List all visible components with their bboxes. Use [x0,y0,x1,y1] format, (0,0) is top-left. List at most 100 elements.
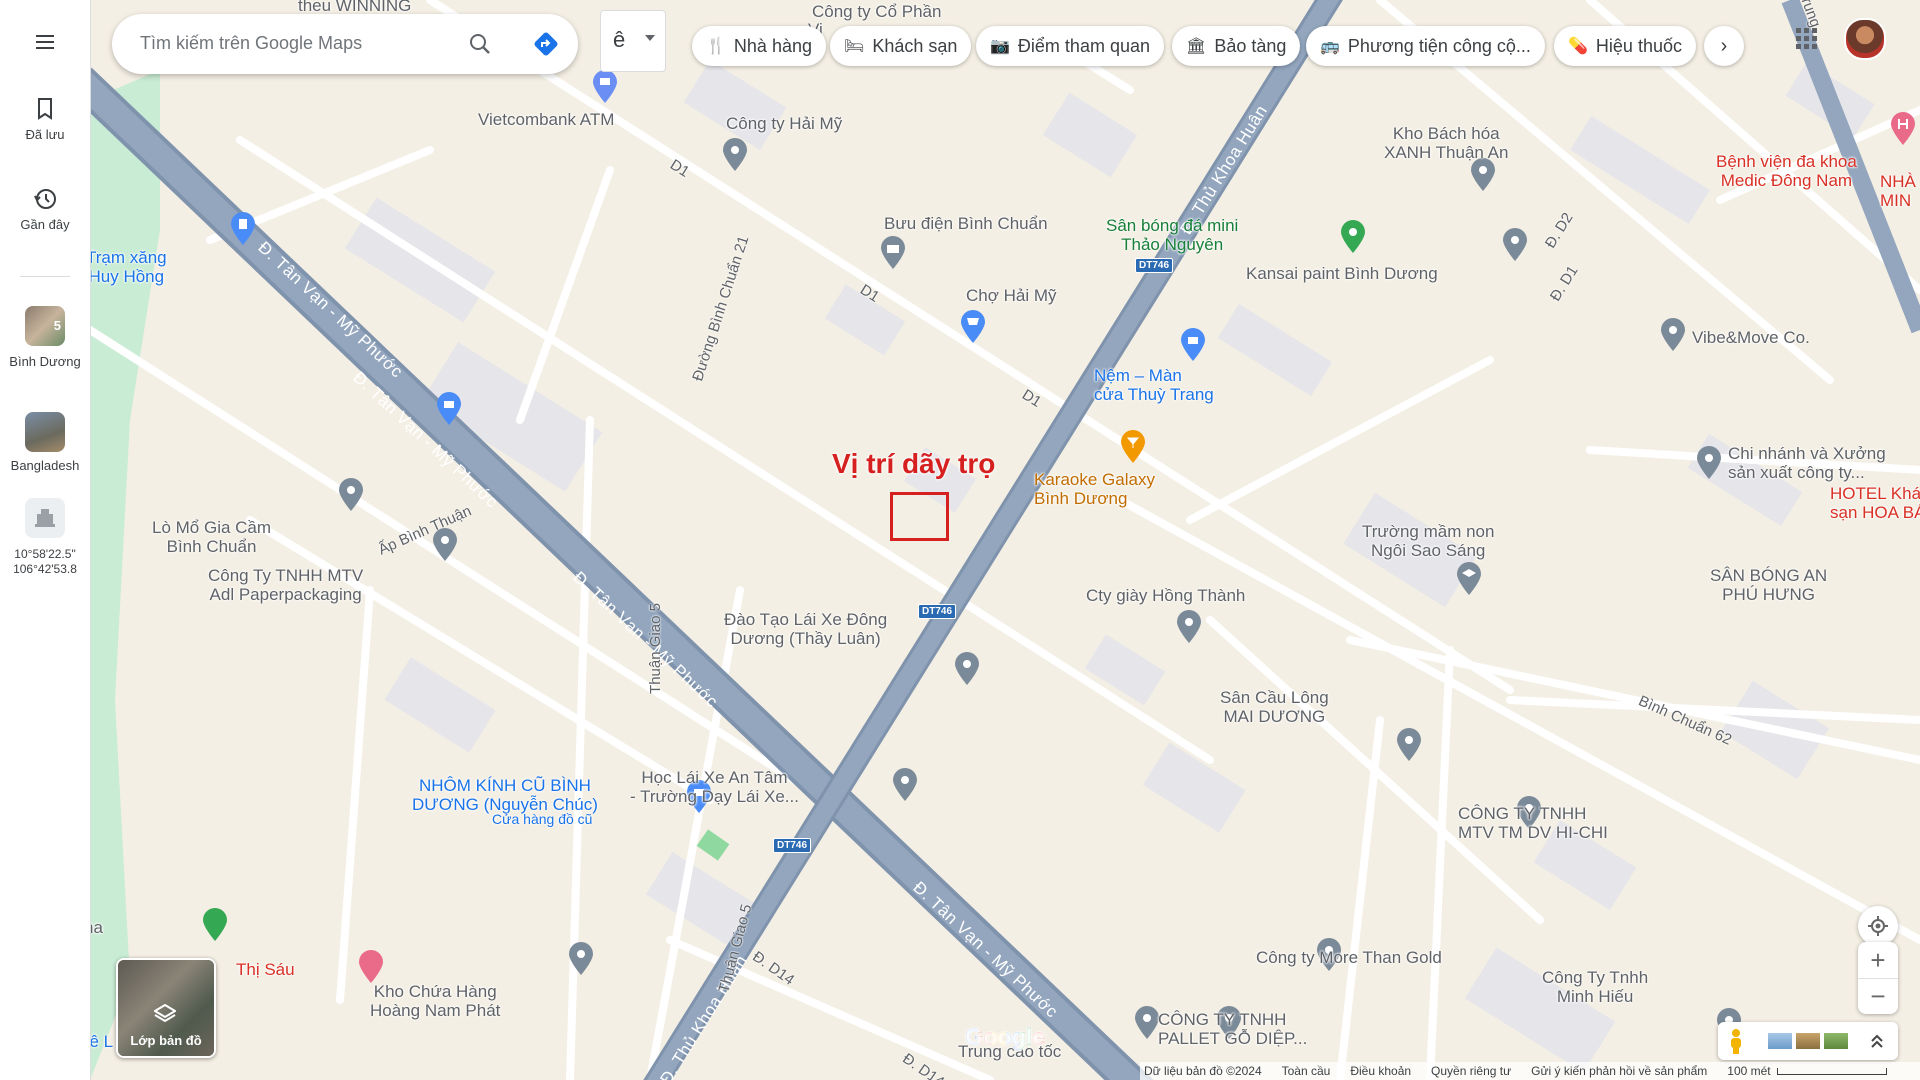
search-input[interactable] [138,32,462,55]
label-tram-xang-huy-hong[interactable]: Trạm xăng Huy Hồng [90,248,167,286]
label-nem-man-cua[interactable]: Nệm – Màn cửa Thuỳ Trang [1094,366,1214,404]
label-thi-sau[interactable]: Thị Sáu [236,960,295,979]
school-pin-icon[interactable] [1456,562,1482,596]
label-truong-mam-non[interactable]: Trường mầm non Ngôi Sao Sáng [1362,522,1494,560]
chip-transit[interactable]: 🚌 Phương tiện công cộ... [1306,26,1545,66]
label-nhom-kinh-cu[interactable]: NHÔM KÍNH CŨ BÌNH DƯƠNG (Nguyễn Chúc) [412,776,598,814]
zoom-in-button[interactable]: + [1858,943,1898,979]
chip-pharmacies[interactable]: 💊 Hiệu thuốc [1554,26,1696,66]
my-location-button[interactable] [1858,906,1898,946]
post-office-pin-icon[interactable] [880,236,906,270]
badminton-pin-icon[interactable] [1396,728,1422,762]
factory-pin-icon[interactable] [1696,446,1722,480]
recent-coordinates[interactable]: 10°58'22.5" 106°42'53.8 [0,498,90,578]
label-vibe-move[interactable]: Vibe&Move Co. [1692,328,1810,347]
footer-privacy[interactable]: Quyền riêng tư [1431,1064,1511,1078]
label-minh-hieu[interactable]: Công Ty Tnhh Minh Hiếu [1542,968,1648,1006]
shop-pin-icon[interactable] [1180,328,1206,362]
karaoke-pin-icon[interactable] [1120,430,1146,464]
place-pin-icon[interactable] [722,138,748,172]
dt746-shield-3: DT746 [773,838,812,853]
label-hoc-lai-xe-an-tam[interactable]: Học Lái Xe An Tâm - Trường Dạy Lái Xe... [630,768,799,806]
label-hi-chi[interactable]: CÔNG TY TNHH MTV TM DV HI-CHI [1458,804,1608,842]
directions-icon[interactable] [532,30,560,58]
apps-grid-icon[interactable] [1794,26,1820,52]
shoe-company-pin-icon[interactable] [1176,610,1202,644]
recent-place-binh-duong[interactable]: 5 Bình Dương [0,306,90,386]
chevron-right-icon: › [1720,34,1728,57]
label-cong-ty-co-phan[interactable]: Công ty Cổ Phần [812,2,941,21]
label-hotel-hoa-ba[interactable]: HOTEL Khá sạn HOA BÁ [1830,484,1920,522]
recent-place-bangladesh[interactable]: Bangladesh [0,412,90,473]
vibe-move-pin-icon[interactable] [1660,318,1686,352]
plus-icon: + [1870,944,1886,975]
atm-pin-icon[interactable] [592,70,618,104]
label-nha-min: NHÀ MIN [1880,172,1916,210]
driving-school-pin-icon[interactable] [954,652,980,686]
coordinates-thumbnail [25,498,65,538]
label-kho-chua-hang[interactable]: Kho Chứa Hàng Hoàng Nam Phát [370,982,500,1020]
label-pallet-go-diep[interactable]: CÔNG TY TNHH PALLET GỖ DIỆP... [1158,1010,1307,1048]
chip-museums-label: Bảo tàng [1214,35,1287,56]
thi-sau-pin-icon[interactable] [358,950,384,984]
account-avatar[interactable] [1844,18,1886,60]
label-chi-nhanh-xuong[interactable]: Chi nhánh và Xưởng sản xuất công ty... [1728,444,1886,482]
warehouse-pin-icon[interactable] [568,942,594,976]
menu-button[interactable] [0,30,90,59]
label-dao-tao-lai-xe[interactable]: Đào Tạo Lái Xe Đông Dương (Thầy Luân) [724,610,887,648]
chip-attractions[interactable]: 📷 Điểm tham quan [976,26,1164,66]
input-method-selector[interactable]: ê [600,10,666,72]
sports-pin-icon[interactable] [1340,220,1366,254]
hospital-pin-icon[interactable] [1890,112,1916,146]
label-more-than-gold[interactable]: Công ty More Than Gold [1256,948,1442,967]
google-logo-text: Google [965,1024,1045,1051]
park-pin-icon[interactable] [202,908,228,942]
label-kho-bach-hoa-xanh[interactable]: Kho Bách hóa XANH Thuận An [1384,124,1508,162]
label-vietcombank-atm[interactable]: Vietcombank ATM [478,110,614,129]
imagery-thumb-3[interactable] [1824,1033,1848,1049]
paper-company-pin-icon[interactable] [432,528,458,562]
footer-scale[interactable]: 100 mét [1727,1064,1887,1078]
label-cty-giay-hong-thanh[interactable]: Cty giày Hồng Thành [1086,586,1245,605]
footer-map-data[interactable]: Dữ liệu bản đồ ©2024 [1144,1064,1262,1078]
store-pin-icon[interactable] [1470,158,1496,192]
label-cho-hai-my[interactable]: Chợ Hải Mỹ [966,286,1057,305]
label-karaoke-galaxy[interactable]: Karaoke Galaxy Bình Dương [1034,470,1155,508]
label-theu-winning[interactable]: theu WINNING [298,0,411,15]
imagery-thumb-2[interactable] [1796,1033,1820,1049]
expand-up-icon[interactable] [1870,1033,1884,1049]
chips-next-button[interactable]: › [1704,26,1744,66]
shopping-pin-icon[interactable] [436,392,462,426]
gas-station-pin-icon[interactable] [230,212,256,246]
saved-button[interactable]: Đã lưu [0,96,90,143]
map-canvas[interactable]: Đ. Tân Vạn - Mỹ Phước Đ. Tân Vạn - Mỹ Ph… [90,0,1920,1080]
zoom-out-button[interactable]: − [1858,979,1898,1014]
chip-hotels[interactable]: 🛏 Khách sạn [830,26,972,66]
chip-museums[interactable]: 🏛 Bảo tàng [1172,26,1301,66]
label-buu-dien-binh-chuan[interactable]: Bưu điện Bình Chuẩn [884,214,1048,233]
paint-pin-icon[interactable] [1502,228,1528,262]
label-san-cau-long[interactable]: Sân Cầu Lông MAI DƯƠNG [1220,688,1329,726]
chip-restaurants[interactable]: 🍴 Nhà hàng [692,26,826,66]
label-kansai-paint[interactable]: Kansai paint Bình Dương [1246,264,1438,283]
highway-pin-icon[interactable] [1134,1006,1160,1040]
recent-button[interactable]: Gần đây [0,186,90,233]
market-pin-icon[interactable] [960,310,986,344]
driving-school-2-pin-icon[interactable] [892,768,918,802]
label-lo-mo-gia-cam[interactable]: Lò Mổ Gia Cầm Bình Chuẩn [152,518,271,556]
footer-global[interactable]: Toàn cầu [1282,1064,1331,1078]
label-benh-vien-medic[interactable]: Bệnh viện đa khoa Medic Đông Nam [1716,152,1857,190]
pegman-icon[interactable] [1728,1028,1744,1054]
label-cong-ty-hai-my[interactable]: Công ty Hải Mỹ [726,114,842,133]
search-icon[interactable] [468,32,492,56]
slaughterhouse-pin-icon[interactable] [338,478,364,512]
label-san-bong-an-phu-hung[interactable]: SÂN BÓNG AN PHÚ HƯNG [1710,566,1827,604]
label-san-bong-thao-nguyen[interactable]: Sân bóng đá mini Thảo Nguyên [1106,216,1238,254]
bed-icon: 🛏 [844,38,865,55]
footer-feedback[interactable]: Gửi ý kiến phản hồi về sản phẩm [1531,1064,1707,1078]
imagery-thumb-1[interactable] [1768,1033,1792,1049]
map-layers-button[interactable]: Lớp bản đồ [116,958,216,1058]
history-icon [34,189,56,209]
footer-terms[interactable]: Điều khoản [1350,1064,1411,1078]
label-adl-paperpackaging[interactable]: Công Ty TNHH MTV Adl Paperpackaging [208,566,363,604]
